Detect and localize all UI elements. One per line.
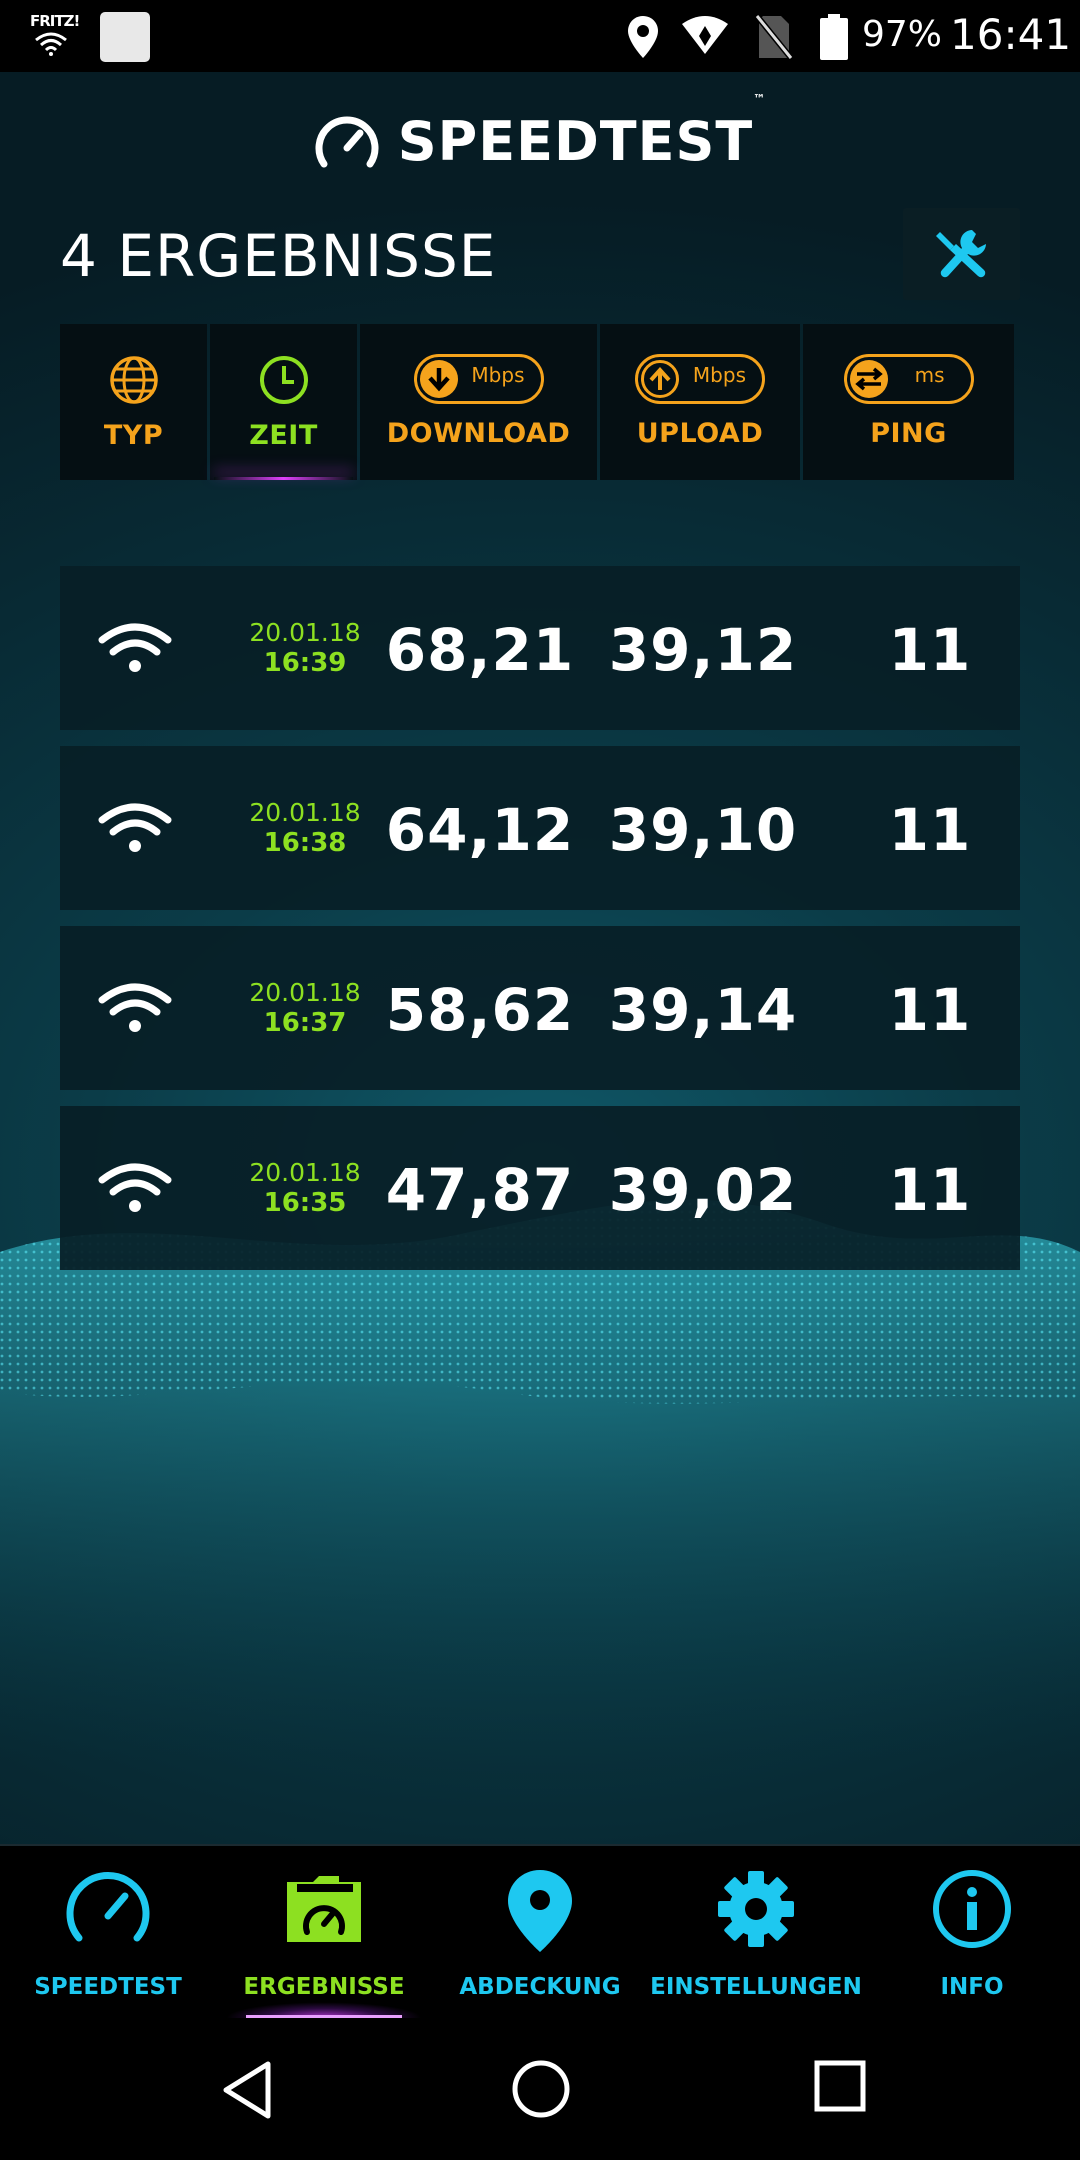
nav-label-info: INFO <box>940 1974 1004 2000</box>
results-list: 20.01.18 16:39 68,21 39,12 11 20.01.18 1… <box>60 566 1020 1286</box>
result-date: 20.01.18 <box>249 978 361 1007</box>
ping-arrows-icon <box>849 360 888 398</box>
location-icon <box>628 16 658 58</box>
result-date: 20.01.18 <box>249 1158 361 1187</box>
column-label-ping: PING <box>870 418 947 449</box>
wifi-icon <box>98 803 172 852</box>
ping-unit-pill: ms <box>843 354 974 404</box>
column-header-row: TYP ZEIT Mbps DOWNLOAD Mbps UPLOAD ms PI… <box>60 324 1020 480</box>
ping-unit: ms <box>914 363 945 387</box>
brand-title: SPEEDTEST™ <box>397 92 767 173</box>
nav-label-speedtest: SPEEDTEST <box>34 1974 182 2000</box>
app-screen: SPEEDTEST™ 4 ERGEBNISSE TYP ZEIT Mbps DO… <box>0 72 1080 1844</box>
result-row[interactable]: 20.01.18 16:37 58,62 39,14 11 <box>60 926 1020 1090</box>
wifi-icon <box>98 623 172 672</box>
wifi-signal-icon <box>682 16 728 54</box>
upload-unit: Mbps <box>692 363 746 387</box>
result-upload: 39,10 <box>608 796 798 864</box>
tools-icon <box>935 230 986 278</box>
notification-square-icon <box>100 12 150 62</box>
speedtest-logo: SPEEDTEST™ <box>0 92 1080 180</box>
result-time: 16:39 <box>263 648 347 678</box>
sort-by-download[interactable]: Mbps DOWNLOAD <box>360 324 597 480</box>
results-count: 4 ERGEBNISSE <box>60 222 497 290</box>
result-row[interactable]: 20.01.18 16:39 68,21 39,12 11 <box>60 566 1020 730</box>
result-download: 64,12 <box>385 796 575 864</box>
system-navigation-bar <box>0 2024 1080 2160</box>
fritz-logo-text: FRITZ! <box>30 12 80 30</box>
result-ping: 11 <box>888 616 972 684</box>
sort-by-type[interactable]: TYP <box>60 324 207 480</box>
column-label-time: ZEIT <box>249 420 318 451</box>
result-time: 16:37 <box>263 1008 347 1038</box>
nav-label-coverage: ABDECKUNG <box>459 1974 621 2000</box>
download-unit: Mbps <box>471 363 525 387</box>
no-sim-icon <box>755 14 793 60</box>
result-time: 16:38 <box>263 828 347 858</box>
battery-percent: 97% <box>862 14 943 55</box>
fritz-wifi-icon: FRITZ! <box>28 12 82 62</box>
download-arrow-icon <box>419 360 458 398</box>
speedometer-logo-icon <box>315 116 379 167</box>
column-label-type: TYP <box>103 420 164 451</box>
results-folder-icon <box>287 1876 361 1942</box>
nav-settings[interactable]: EINSTELLUNGEN <box>648 1846 864 2026</box>
result-ping: 11 <box>888 796 972 864</box>
column-label-upload: UPLOAD <box>636 418 764 449</box>
result-ping: 11 <box>888 976 972 1044</box>
result-time: 16:35 <box>263 1188 347 1218</box>
nav-label-settings: EINSTELLUNGEN <box>650 1974 862 2000</box>
nav-coverage[interactable]: ABDECKUNG <box>432 1846 648 2026</box>
status-bar: FRITZ! 97% 16:41 <box>0 0 1080 72</box>
column-label-download: DOWNLOAD <box>386 418 571 449</box>
wifi-icon <box>98 1163 172 1212</box>
wifi-icon <box>98 983 172 1032</box>
download-unit-pill: Mbps <box>413 354 544 404</box>
result-download: 68,21 <box>385 616 575 684</box>
globe-icon <box>109 356 158 404</box>
result-upload: 39,12 <box>608 616 798 684</box>
nav-results[interactable]: ERGEBNISSE <box>206 1846 442 2026</box>
result-date: 20.01.18 <box>249 618 361 647</box>
back-icon[interactable] <box>220 2058 274 2122</box>
result-row[interactable]: 20.01.18 16:35 47,87 39,02 11 <box>60 1106 1020 1270</box>
speedometer-icon <box>66 1871 150 1942</box>
sort-by-time[interactable]: ZEIT <box>210 324 357 480</box>
home-icon[interactable] <box>510 2058 572 2120</box>
map-pin-icon <box>508 1870 572 1952</box>
recent-apps-icon[interactable] <box>812 2058 868 2114</box>
result-row[interactable]: 20.01.18 16:38 64,12 39,10 11 <box>60 746 1020 910</box>
info-icon <box>933 1870 1011 1948</box>
nav-speedtest[interactable]: SPEEDTEST <box>0 1846 216 2026</box>
battery-icon <box>820 14 848 60</box>
result-ping: 11 <box>888 1156 972 1224</box>
sort-by-upload[interactable]: Mbps UPLOAD <box>600 324 800 480</box>
bottom-navigation: SPEEDTEST ERGEBNISSE ABDECKUNG EINSTELLU… <box>0 1844 1080 2024</box>
status-clock: 16:41 <box>950 10 1072 59</box>
upload-unit-pill: Mbps <box>635 354 765 404</box>
result-download: 58,62 <box>385 976 575 1044</box>
nav-label-results: ERGEBNISSE <box>243 1974 405 2000</box>
clock-icon <box>259 356 308 404</box>
nav-info[interactable]: INFO <box>864 1846 1080 2026</box>
gear-icon <box>718 1871 794 1947</box>
result-upload: 39,14 <box>608 976 798 1044</box>
upload-arrow-icon <box>641 360 679 398</box>
tools-button[interactable] <box>903 208 1020 300</box>
sort-by-ping[interactable]: ms PING <box>803 324 1014 480</box>
result-download: 47,87 <box>385 1156 575 1224</box>
result-date: 20.01.18 <box>249 798 361 827</box>
result-upload: 39,02 <box>608 1156 798 1224</box>
